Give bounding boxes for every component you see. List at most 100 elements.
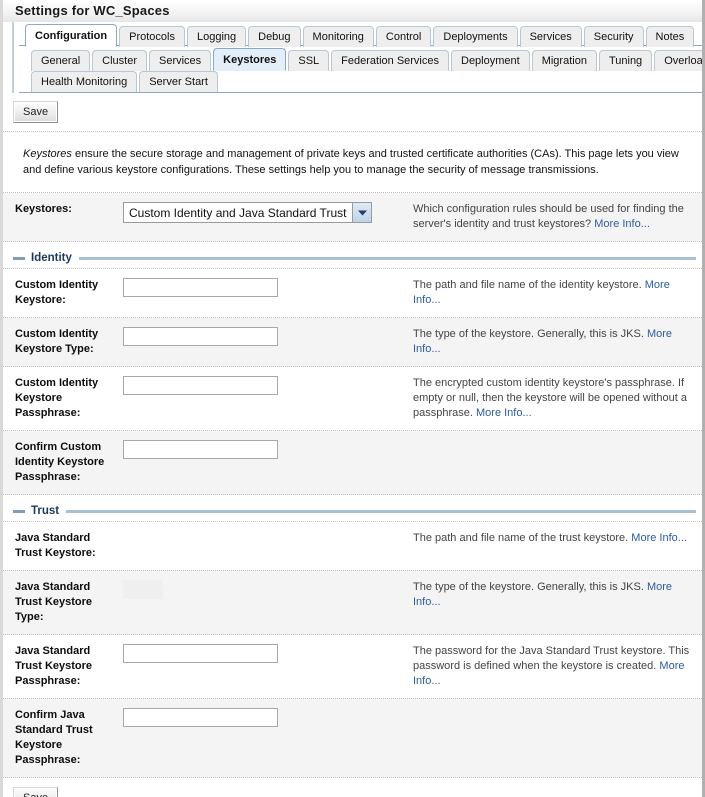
field-description-text: The password for the Java Standard Trust… bbox=[413, 645, 690, 672]
field-control bbox=[113, 440, 413, 459]
keystores-select[interactable]: Custom Identity and Java Standard Trust bbox=[123, 202, 373, 223]
legend-rule bbox=[78, 256, 696, 260]
form-row: Java Standard Trust Keystore Type: The ty… bbox=[3, 571, 702, 635]
secondary-tab-row-2: Health Monitoring Server Start bbox=[19, 69, 702, 93]
field-description: The type of the keystore. Generally, thi… bbox=[413, 580, 702, 610]
form-row: Custom Identity Keystore Passphrase: The … bbox=[3, 367, 702, 431]
form-row: Confirm Java Standard Trust Keystore Pas… bbox=[3, 699, 702, 778]
tab-services[interactable]: Services bbox=[519, 26, 582, 47]
keystores-select-cell: Custom Identity and Java Standard Trust bbox=[113, 202, 413, 223]
top-button-bar: Save bbox=[3, 93, 702, 132]
field-description: The password for the Java Standard Trust… bbox=[413, 644, 702, 689]
tab-configuration[interactable]: Configuration bbox=[25, 24, 118, 47]
field-input[interactable] bbox=[123, 376, 278, 395]
field-input[interactable] bbox=[123, 708, 278, 727]
identity-legend: Identity bbox=[3, 248, 702, 268]
subtab-server-start[interactable]: Server Start bbox=[139, 71, 218, 92]
subtab-overload[interactable]: Overload bbox=[654, 50, 702, 71]
subtab-federation-services[interactable]: Federation Services bbox=[331, 50, 449, 71]
field-input[interactable] bbox=[123, 440, 278, 459]
field-description: The type of the keystore. Generally, thi… bbox=[413, 327, 702, 357]
form-row: Java Standard Trust Keystore: The path an… bbox=[3, 522, 702, 571]
more-info-link-keystores[interactable]: More Info... bbox=[594, 218, 650, 230]
tab-monitoring[interactable]: Monitoring bbox=[302, 26, 374, 47]
page-title-bar: Settings for WC_Spaces bbox=[3, 0, 702, 22]
field-label: Java Standard Trust Keystore: bbox=[15, 532, 96, 559]
field-control bbox=[113, 376, 413, 395]
bottom-button-bar: Save bbox=[3, 778, 702, 797]
field-control bbox=[113, 580, 413, 599]
desc-keystores: Which configuration rules should be used… bbox=[413, 202, 702, 232]
field-control bbox=[113, 708, 413, 727]
field-label: Java Standard Trust Keystore Type: bbox=[15, 581, 93, 623]
trust-fieldset: Trust Java Standard Trust Keystore: The p… bbox=[3, 495, 702, 778]
form-row: Custom Identity Keystore: The path and fi… bbox=[3, 269, 702, 318]
field-input[interactable] bbox=[123, 644, 278, 663]
secondary-tabs-wrap: General Cluster Services Keystores SSL Federa… bbox=[12, 46, 702, 93]
page-title: Settings for WC_Spaces bbox=[15, 3, 170, 18]
form-row: Java Standard Trust Keystore Passphrase:… bbox=[3, 635, 702, 699]
save-button-bottom[interactable]: Save bbox=[13, 787, 59, 797]
primary-tab-row: Configuration Protocols Logging Debug Monito… bbox=[19, 22, 702, 47]
field-control bbox=[113, 327, 413, 346]
settings-page: Settings for WC_Spaces Configuration Prot… bbox=[0, 0, 705, 797]
row-keystores: Keystores: Custom Identity and Java Stan… bbox=[3, 193, 702, 242]
field-input[interactable] bbox=[123, 278, 278, 297]
trust-legend: Trust bbox=[3, 501, 702, 521]
field-label: Custom Identity Keystore: bbox=[15, 279, 99, 306]
save-button-top[interactable]: Save bbox=[13, 101, 59, 123]
tab-control[interactable]: Control bbox=[375, 26, 432, 47]
subtab-health-monitoring[interactable]: Health Monitoring bbox=[31, 71, 138, 92]
intro-lead: Keystores bbox=[23, 148, 72, 160]
field-label: Confirm Custom Identity Keystore Passphr… bbox=[15, 441, 105, 483]
subtab-keystores[interactable]: Keystores bbox=[213, 48, 287, 71]
keystores-select-value: Custom Identity and Java Standard Trust bbox=[129, 206, 347, 220]
content-area: Save Keystores ensure the secure storage… bbox=[3, 93, 702, 797]
tab-security[interactable]: Security bbox=[583, 26, 644, 47]
intro-text: Keystores ensure the secure storage and … bbox=[3, 132, 702, 193]
field-control bbox=[113, 644, 413, 663]
subtab-migration[interactable]: Migration bbox=[531, 50, 597, 71]
field-description-text: The path and file name of the trust keys… bbox=[413, 532, 629, 544]
label-keystores: Keystores: bbox=[15, 203, 72, 215]
field-description-text: The type of the keystore. Generally, thi… bbox=[413, 581, 644, 593]
subtab-tuning[interactable]: Tuning bbox=[598, 50, 653, 71]
field-description: The encrypted custom identity keystore's… bbox=[413, 376, 702, 421]
tab-notes[interactable]: Notes bbox=[645, 26, 695, 47]
field-label: Confirm Java Standard Trust Keystore Pas… bbox=[15, 709, 93, 766]
chevron-down-icon[interactable] bbox=[352, 203, 372, 222]
identity-legend-text: Identity bbox=[31, 252, 72, 264]
field-description-text: The type of the keystore. Generally, thi… bbox=[413, 328, 644, 340]
form-row: Confirm Custom Identity Keystore Passphr… bbox=[3, 431, 702, 495]
field-description-text: The encrypted custom identity keystore's… bbox=[413, 377, 687, 419]
field-label: Java Standard Trust Keystore Passphrase: bbox=[15, 645, 93, 687]
identity-fieldset: Identity Custom Identity Keystore: The pa… bbox=[3, 242, 702, 495]
field-description: The path and file name of the identity k… bbox=[413, 278, 702, 308]
subtab-general[interactable]: General bbox=[31, 50, 91, 71]
legend-rule bbox=[66, 509, 696, 513]
subtab-deployment[interactable]: Deployment bbox=[451, 50, 530, 71]
more-info-link[interactable]: More Info... bbox=[476, 407, 532, 419]
field-label: Custom Identity Keystore Type: bbox=[15, 328, 99, 355]
more-info-link[interactable]: More Info... bbox=[631, 532, 687, 544]
identity-rows: Custom Identity Keystore: The path and fi… bbox=[3, 269, 702, 495]
subtab-ssl[interactable]: SSL bbox=[288, 50, 330, 71]
field-label: Custom Identity Keystore Passphrase: bbox=[15, 377, 99, 419]
field-description: The path and file name of the trust keys… bbox=[413, 531, 702, 546]
primary-tabs-wrap: Configuration Protocols Logging Debug Monito… bbox=[12, 22, 702, 47]
legend-dash-icon bbox=[13, 256, 25, 260]
tab-deployments[interactable]: Deployments bbox=[433, 26, 518, 47]
trust-rows: Java Standard Trust Keystore: The path an… bbox=[3, 522, 702, 778]
legend-dash-icon bbox=[13, 509, 25, 513]
tab-debug[interactable]: Debug bbox=[248, 26, 301, 47]
readonly-value-box bbox=[123, 580, 163, 599]
subtab-services[interactable]: Services bbox=[148, 50, 212, 71]
trust-legend-text: Trust bbox=[31, 505, 60, 517]
field-input[interactable] bbox=[123, 327, 278, 346]
field-control bbox=[113, 278, 413, 297]
secondary-tab-row-1: General Cluster Services Keystores SSL Federa… bbox=[19, 46, 702, 71]
intro-body: ensure the secure storage and management… bbox=[23, 148, 679, 176]
tab-logging[interactable]: Logging bbox=[186, 26, 247, 47]
tab-protocols[interactable]: Protocols bbox=[119, 26, 185, 47]
subtab-cluster[interactable]: Cluster bbox=[92, 50, 147, 71]
